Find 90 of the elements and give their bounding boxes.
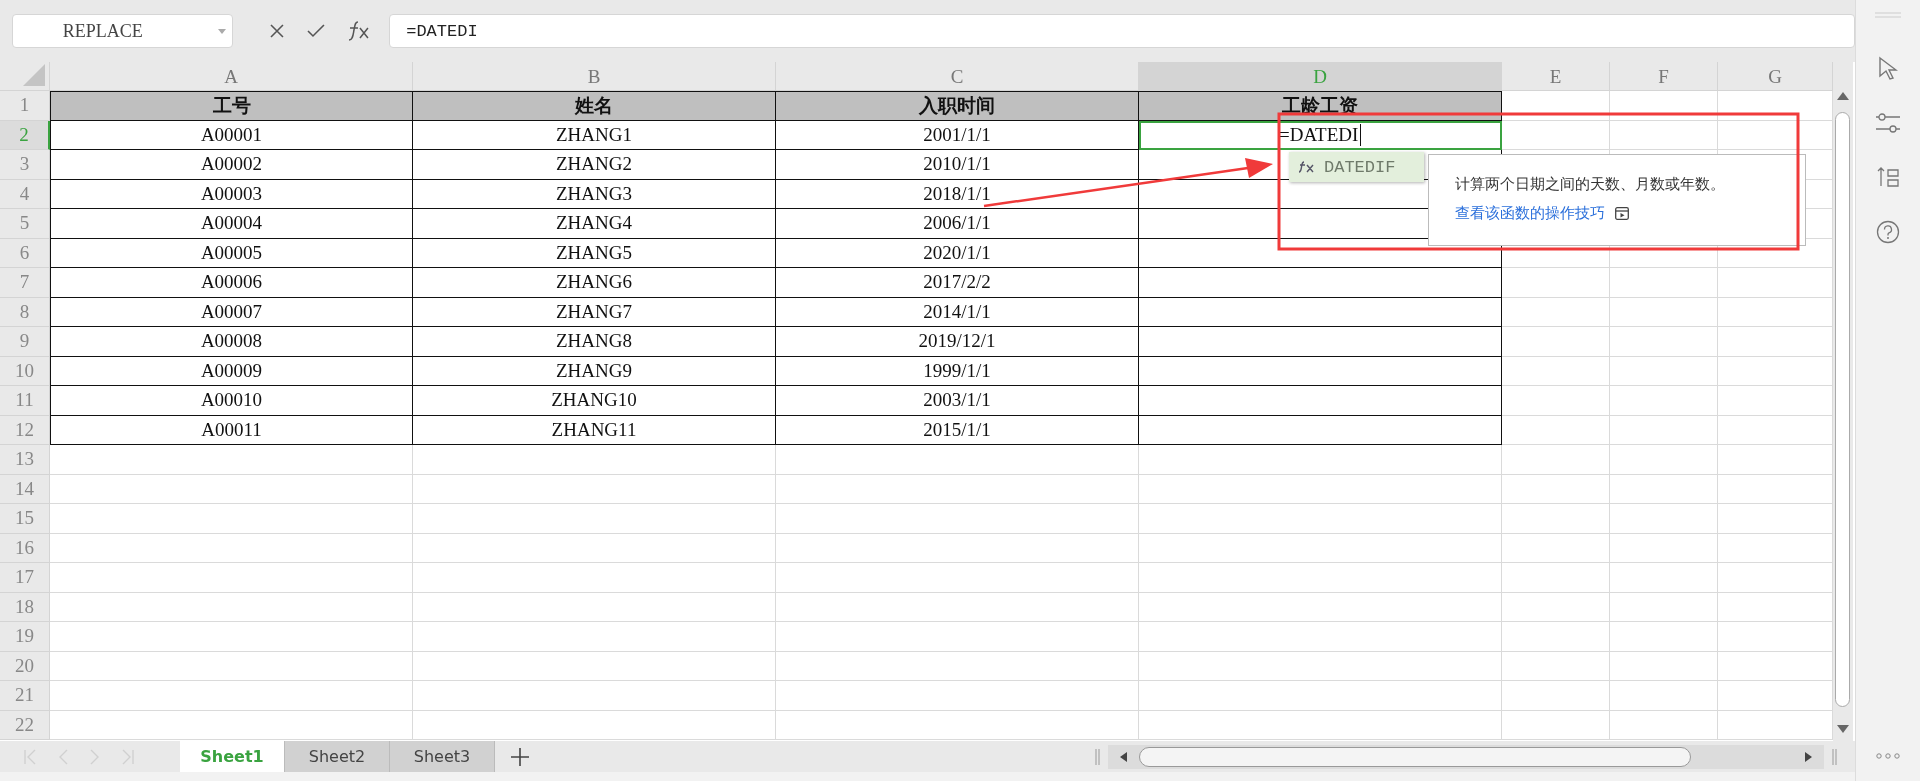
formula-field[interactable]: =DATEDI bbox=[389, 14, 1855, 48]
row-header[interactable]: 20 bbox=[0, 651, 50, 681]
sliders-icon[interactable] bbox=[1876, 112, 1900, 134]
row-header[interactable]: 15 bbox=[0, 504, 50, 534]
row-header[interactable]: 18 bbox=[0, 592, 50, 622]
table-cell: ZHANG4 bbox=[413, 209, 776, 239]
table-cell: 1999/1/1 bbox=[776, 356, 1139, 386]
table-cell: A00010 bbox=[50, 386, 413, 416]
row-header[interactable]: 3 bbox=[0, 150, 50, 180]
video-icon[interactable] bbox=[1615, 207, 1629, 220]
row-header[interactable]: 21 bbox=[0, 681, 50, 711]
column-header[interactable]: E bbox=[1502, 62, 1610, 91]
table-cell: 2017/2/2 bbox=[776, 268, 1139, 298]
row-header[interactable]: 19 bbox=[0, 622, 50, 652]
table-cell: 2019/12/1 bbox=[776, 327, 1139, 357]
table-cell: A00008 bbox=[50, 327, 413, 357]
table-cell: 2001/1/1 bbox=[776, 120, 1139, 150]
sheet-tab[interactable]: Sheet3 bbox=[390, 741, 495, 772]
header-cell: 姓名 bbox=[413, 91, 776, 121]
sort-icon[interactable] bbox=[1877, 166, 1899, 188]
table-cell: A00006 bbox=[50, 268, 413, 298]
table-cell: ZHANG5 bbox=[413, 238, 776, 268]
add-sheet-icon[interactable] bbox=[511, 747, 529, 766]
table-cell: 2006/1/1 bbox=[776, 209, 1139, 239]
table-cell: ZHANG6 bbox=[413, 268, 776, 298]
row-header[interactable]: 12 bbox=[0, 415, 50, 445]
sheet-tab[interactable]: Sheet1 bbox=[180, 741, 285, 772]
table-cell: ZHANG10 bbox=[413, 386, 776, 416]
table-cell: ZHANG1 bbox=[413, 120, 776, 150]
table-cell: A00003 bbox=[50, 179, 413, 209]
function-icon bbox=[1298, 161, 1314, 173]
row-header[interactable]: 7 bbox=[0, 268, 50, 298]
row-header[interactable]: 2 bbox=[0, 120, 50, 150]
more-icon[interactable] bbox=[1876, 753, 1900, 759]
row-header[interactable]: 1 bbox=[0, 91, 50, 121]
table-cell: ZHANG8 bbox=[413, 327, 776, 357]
function-icon[interactable] bbox=[347, 20, 372, 42]
table-cell: A00005 bbox=[50, 238, 413, 268]
cell-input[interactable]: =DATEDI bbox=[1139, 120, 1502, 150]
table-cell: 2015/1/1 bbox=[776, 415, 1139, 445]
header-cell: 工号 bbox=[50, 91, 413, 121]
row-header[interactable]: 10 bbox=[0, 356, 50, 386]
check-icon[interactable] bbox=[307, 24, 326, 38]
column-header[interactable]: D bbox=[1139, 62, 1502, 91]
table-cell: ZHANG7 bbox=[413, 297, 776, 327]
sheet-tab[interactable]: Sheet2 bbox=[285, 741, 390, 772]
row-header[interactable]: 4 bbox=[0, 179, 50, 209]
table-cell: 2010/1/1 bbox=[776, 150, 1139, 180]
pointer-icon[interactable] bbox=[1878, 56, 1898, 80]
scroll-down-icon[interactable] bbox=[1837, 725, 1849, 733]
column-header[interactable]: F bbox=[1610, 62, 1718, 91]
row-header[interactable]: 17 bbox=[0, 563, 50, 593]
table-cell: A00011 bbox=[50, 415, 413, 445]
scroll-up-icon[interactable] bbox=[1837, 92, 1849, 100]
row-header[interactable]: 5 bbox=[0, 209, 50, 239]
row-header[interactable]: 14 bbox=[0, 474, 50, 504]
table-cell: A00007 bbox=[50, 297, 413, 327]
grip-icon[interactable] bbox=[1832, 748, 1837, 765]
caret-icon bbox=[218, 29, 227, 34]
row-header[interactable]: 16 bbox=[0, 533, 50, 563]
table-cell: ZHANG3 bbox=[413, 179, 776, 209]
table-cell: 2014/1/1 bbox=[776, 297, 1139, 327]
row-header[interactable]: 6 bbox=[0, 238, 50, 268]
function-description: 计算两个日期之间的天数、月数或年数。 bbox=[1455, 175, 1726, 194]
row-header[interactable]: 11 bbox=[0, 386, 50, 416]
table-cell: ZHANG11 bbox=[413, 415, 776, 445]
grip-icon[interactable] bbox=[1095, 748, 1100, 765]
horizontal-scrollbar[interactable] bbox=[1108, 744, 1824, 769]
help-icon[interactable] bbox=[1876, 220, 1900, 244]
table-cell: 2020/1/1 bbox=[776, 238, 1139, 268]
table-cell: A00004 bbox=[50, 209, 413, 239]
table-cell: 2018/1/1 bbox=[776, 179, 1139, 209]
name-box[interactable]: REPLACE bbox=[12, 14, 234, 48]
row-header[interactable]: 22 bbox=[0, 710, 50, 740]
row-header[interactable]: 9 bbox=[0, 327, 50, 357]
help-link[interactable]: 查看该函数的操作技巧 bbox=[1455, 204, 1605, 223]
table-cell: A00001 bbox=[50, 120, 413, 150]
scroll-left-icon[interactable] bbox=[1120, 751, 1127, 762]
table-cell: ZHANG2 bbox=[413, 150, 776, 180]
autocomplete-item[interactable]: DATEDIF bbox=[1289, 152, 1424, 182]
row-header[interactable]: 13 bbox=[0, 445, 50, 475]
row-header[interactable]: 8 bbox=[0, 297, 50, 327]
header-cell: 入职时间 bbox=[776, 91, 1139, 121]
table-cell: ZHANG9 bbox=[413, 356, 776, 386]
close-icon[interactable] bbox=[269, 23, 286, 39]
table-cell: A00009 bbox=[50, 356, 413, 386]
scrollbar-thumb[interactable] bbox=[1835, 112, 1850, 707]
table-cell: 2003/1/1 bbox=[776, 386, 1139, 416]
scroll-right-icon[interactable] bbox=[1805, 751, 1812, 762]
table-cell: A00002 bbox=[50, 150, 413, 180]
